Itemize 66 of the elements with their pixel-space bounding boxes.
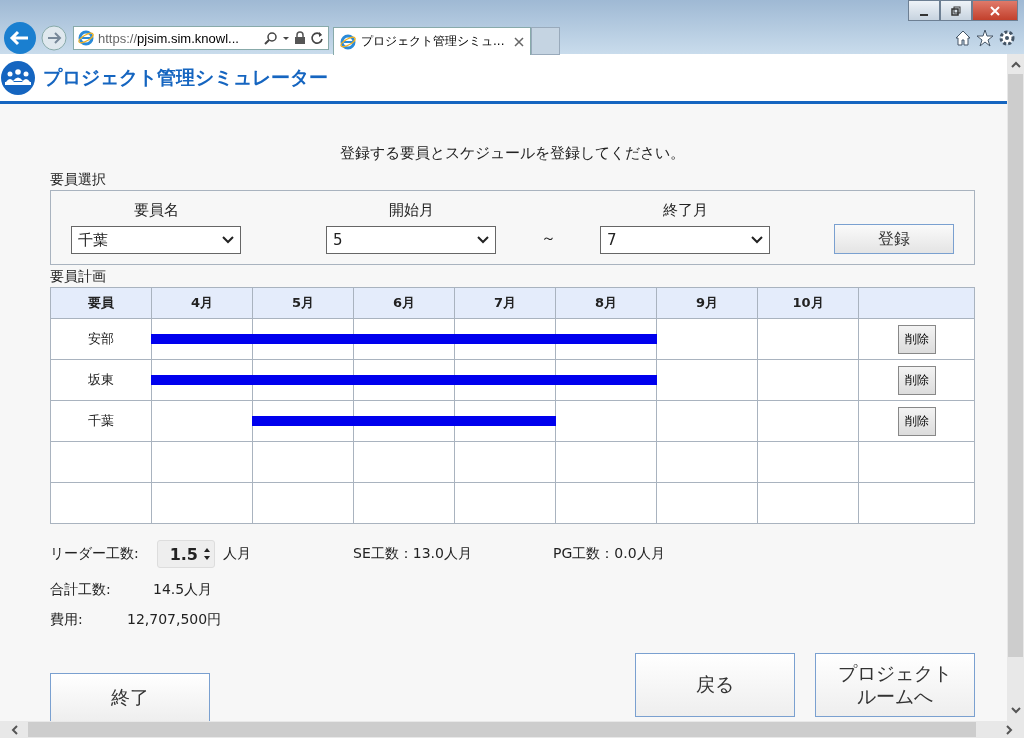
delete-button[interactable]: 削除: [897, 406, 936, 436]
lock-icon: [294, 31, 306, 45]
browser-tab[interactable]: プロジェクト管理シミュ...: [333, 27, 531, 55]
restore-button[interactable]: [940, 0, 972, 21]
star-icon[interactable]: [976, 29, 994, 47]
search-icon[interactable]: [264, 31, 278, 45]
close-icon: [989, 5, 1001, 16]
total-value: 14.5人月: [153, 581, 213, 599]
column-header: 9月: [656, 287, 758, 319]
chevron-down-icon: [477, 236, 489, 244]
column-header: 8月: [555, 287, 657, 319]
forward-button[interactable]: [41, 25, 67, 51]
table-cell: 坂東: [50, 359, 152, 401]
app-title: プロジェクト管理シミュレーター: [43, 64, 328, 90]
pg-effort-text: PG工数：0.0人月: [553, 545, 665, 563]
settings-icon[interactable]: [998, 29, 1016, 47]
chevron-right-icon[interactable]: [1006, 724, 1014, 735]
back-button[interactable]: [3, 21, 37, 55]
home-icon[interactable]: [954, 29, 972, 47]
project-room-button[interactable]: プロジェクトルームへ: [815, 653, 975, 717]
field-label: 終了月: [661, 201, 709, 220]
register-button[interactable]: 登録: [834, 224, 954, 254]
column-header: 4月: [151, 287, 253, 319]
dropdown-field[interactable]: 千葉: [71, 226, 241, 254]
delete-button[interactable]: 削除: [897, 365, 936, 395]
minimize-icon: [920, 13, 928, 16]
field-label: 開始月: [387, 201, 435, 220]
section-heading: 要員計画: [50, 267, 107, 286]
chevron-up-icon[interactable]: [1010, 60, 1021, 68]
close-button[interactable]: [972, 0, 1018, 21]
range-separator: ～: [539, 229, 557, 248]
column-header: 10月: [757, 287, 859, 319]
minimize-button[interactable]: [908, 0, 940, 21]
unit-text: 人月: [223, 545, 252, 563]
section-heading: 要員選択: [50, 170, 107, 189]
vertical-scrollbar[interactable]: [1007, 54, 1024, 721]
chevron-down-icon: [222, 236, 234, 244]
finish-button[interactable]: 終了: [50, 673, 210, 721]
table-cell: 安部: [50, 318, 152, 360]
chevron-left-icon[interactable]: [10, 724, 18, 735]
se-effort-text: SE工数：13.0人月: [353, 545, 473, 563]
restore-icon: [951, 5, 961, 16]
number-input[interactable]: 1.5: [157, 540, 215, 568]
dropdown-field[interactable]: 7: [600, 226, 770, 254]
column-header: 7月: [454, 287, 556, 319]
leader-label: リーダー工数:: [50, 545, 140, 563]
column-header: 6月: [353, 287, 455, 319]
address-bar[interactable]: https://pjsim.sim.knowl...: [73, 26, 329, 50]
browser-icon: [340, 33, 356, 50]
chevron-down-icon: [751, 236, 763, 244]
back-page-button[interactable]: 戻る: [635, 653, 795, 717]
dropdown-field[interactable]: 5: [326, 226, 496, 254]
chevron-down-icon[interactable]: [1010, 707, 1021, 715]
column-header: 5月: [252, 287, 354, 319]
table-cell: 千葉: [50, 400, 152, 442]
browser-icon: [78, 30, 94, 46]
horizontal-scrollbar[interactable]: [0, 721, 1024, 738]
total-label: 合計工数:: [50, 581, 112, 599]
close-icon[interactable]: [514, 36, 524, 47]
instruction-text: 登録する要員とスケジュールを登録してください。: [339, 144, 686, 164]
refresh-icon[interactable]: [310, 31, 324, 45]
column-header: 要員: [50, 287, 152, 319]
cost-value: 12,707,500円: [127, 611, 222, 629]
cost-label: 費用:: [50, 611, 84, 629]
delete-button[interactable]: 削除: [897, 324, 936, 354]
field-label: 要員名: [132, 201, 180, 220]
